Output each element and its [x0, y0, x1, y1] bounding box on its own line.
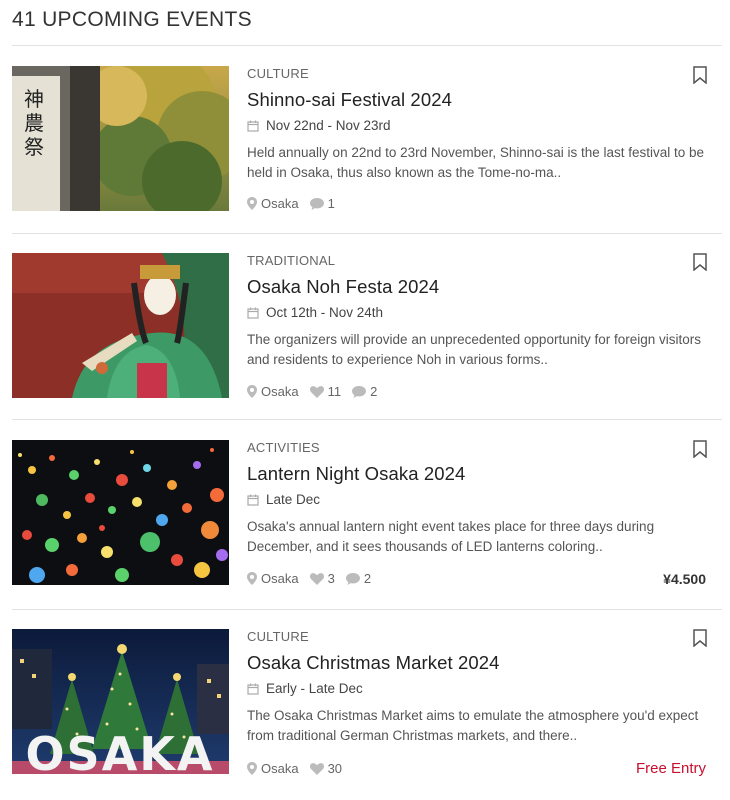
- like-count: 3: [327, 571, 335, 586]
- event-meta: Osaka 11 2: [247, 384, 388, 399]
- event-image[interactable]: [12, 253, 229, 398]
- event-dates: Oct 12th - Nov 24th: [247, 304, 722, 322]
- christmas-market-photo: OSAKA: [12, 629, 229, 774]
- event-category: CULTURE: [247, 66, 309, 81]
- event-info: CULTURE Osaka Christmas Market 2024 Earl…: [247, 629, 722, 746]
- event-dates: Nov 22nd - Nov 23rd: [247, 117, 722, 135]
- heart-icon: [309, 572, 324, 585]
- event-meta: Osaka 1: [247, 196, 346, 211]
- event-image[interactable]: 神農祭: [12, 66, 229, 211]
- location-group: Osaka: [247, 761, 299, 776]
- comments-group[interactable]: 2: [345, 571, 372, 586]
- comment-icon: [309, 197, 324, 210]
- map-pin-icon: [247, 762, 257, 775]
- likes-group[interactable]: 3: [309, 571, 335, 586]
- comment-icon: [345, 572, 360, 585]
- comments-group[interactable]: 1: [309, 196, 335, 211]
- event-date-range: Oct 12th - Nov 24th: [266, 305, 384, 320]
- location-group: Osaka: [247, 384, 299, 399]
- event-category: ACTIVITIES: [247, 440, 320, 455]
- event-date-range: Early - Late Dec: [266, 681, 363, 696]
- event-location[interactable]: Osaka: [261, 196, 299, 211]
- bookmark-icon: [693, 253, 707, 272]
- event-location[interactable]: Osaka: [261, 761, 299, 776]
- event-price: ¥4.500: [663, 571, 706, 587]
- bookmark-icon: [693, 629, 707, 648]
- events-header: 41 UPCOMING EVENTS: [12, 6, 722, 46]
- event-description: The organizers will provide an unprecede…: [247, 332, 701, 367]
- comment-count: 2: [363, 571, 372, 586]
- event-category: CULTURE: [247, 629, 309, 644]
- map-pin-icon: [247, 385, 257, 398]
- event-title[interactable]: Lantern Night Osaka 2024: [247, 462, 722, 486]
- calendar-icon: [247, 494, 259, 506]
- calendar-icon: [247, 120, 259, 132]
- event-card[interactable]: TRADITIONAL Osaka Noh Festa 2024 Oct 12t…: [12, 234, 722, 420]
- event-dates: Early - Late Dec: [247, 680, 722, 698]
- event-card[interactable]: OSAKA CULTURE Osaka Christmas Market 202…: [12, 610, 722, 800]
- event-description: Held annually on 22nd to 23rd November, …: [247, 145, 705, 180]
- location-group: Osaka: [247, 571, 299, 586]
- event-info: ACTIVITIES Lantern Night Osaka 2024 Late…: [247, 440, 722, 557]
- noh-performer-photo: [12, 253, 229, 398]
- calendar-icon: [247, 683, 259, 695]
- lantern-night-photo: [12, 440, 229, 585]
- comments-group[interactable]: 2: [352, 384, 377, 399]
- bookmark-button[interactable]: [692, 66, 708, 85]
- event-image[interactable]: [12, 440, 229, 585]
- comment-count: 2: [370, 384, 378, 399]
- event-price: Free Entry: [635, 760, 706, 777]
- event-info: TRADITIONAL Osaka Noh Festa 2024 Oct 12t…: [247, 253, 722, 370]
- like-count: 30: [327, 761, 343, 776]
- comment-count: 1: [327, 196, 335, 211]
- event-title[interactable]: Shinno-sai Festival 2024: [247, 88, 722, 112]
- event-title[interactable]: Osaka Christmas Market 2024: [247, 651, 722, 675]
- shinno-sai-photo: 神農祭: [12, 66, 229, 211]
- likes-group[interactable]: 11: [309, 384, 342, 399]
- event-meta: Osaka 30: [247, 761, 353, 776]
- event-description: Osaka's annual lantern night event takes…: [247, 519, 655, 554]
- map-pin-icon: [247, 572, 257, 585]
- likes-group[interactable]: 30: [309, 761, 343, 776]
- comment-icon: [352, 385, 367, 398]
- map-pin-icon: [247, 197, 257, 210]
- like-count: 11: [327, 384, 342, 399]
- event-card[interactable]: 神農祭 CULTURE Shinno-sai Festival 2024 Nov…: [12, 46, 722, 234]
- heart-icon: [309, 385, 324, 398]
- bookmark-icon: [693, 66, 707, 85]
- event-date-range: Late Dec: [266, 492, 321, 507]
- event-image[interactable]: OSAKA: [12, 629, 229, 774]
- bookmark-icon: [693, 440, 707, 459]
- event-dates: Late Dec: [247, 491, 722, 509]
- page-title: 41 UPCOMING EVENTS: [12, 8, 252, 31]
- event-meta: Osaka 3 2: [247, 571, 382, 586]
- location-group: Osaka: [247, 196, 299, 211]
- event-info: CULTURE Shinno-sai Festival 2024 Nov 22n…: [247, 66, 722, 183]
- event-category: TRADITIONAL: [247, 253, 336, 268]
- calendar-icon: [247, 307, 259, 319]
- event-location[interactable]: Osaka: [261, 571, 299, 586]
- osaka-sign: OSAKA: [25, 727, 214, 774]
- bookmark-button[interactable]: [692, 253, 708, 272]
- event-description: The Osaka Christmas Market aims to emula…: [247, 708, 699, 743]
- event-date-range: Nov 22nd - Nov 23rd: [266, 118, 391, 133]
- stone-inscription: 神農祭: [24, 87, 44, 159]
- heart-icon: [309, 762, 324, 775]
- bookmark-button[interactable]: [692, 629, 708, 648]
- bookmark-button[interactable]: [692, 440, 708, 459]
- event-location[interactable]: Osaka: [261, 384, 299, 399]
- event-title[interactable]: Osaka Noh Festa 2024: [247, 275, 722, 299]
- event-card[interactable]: ACTIVITIES Lantern Night Osaka 2024 Late…: [12, 420, 722, 610]
